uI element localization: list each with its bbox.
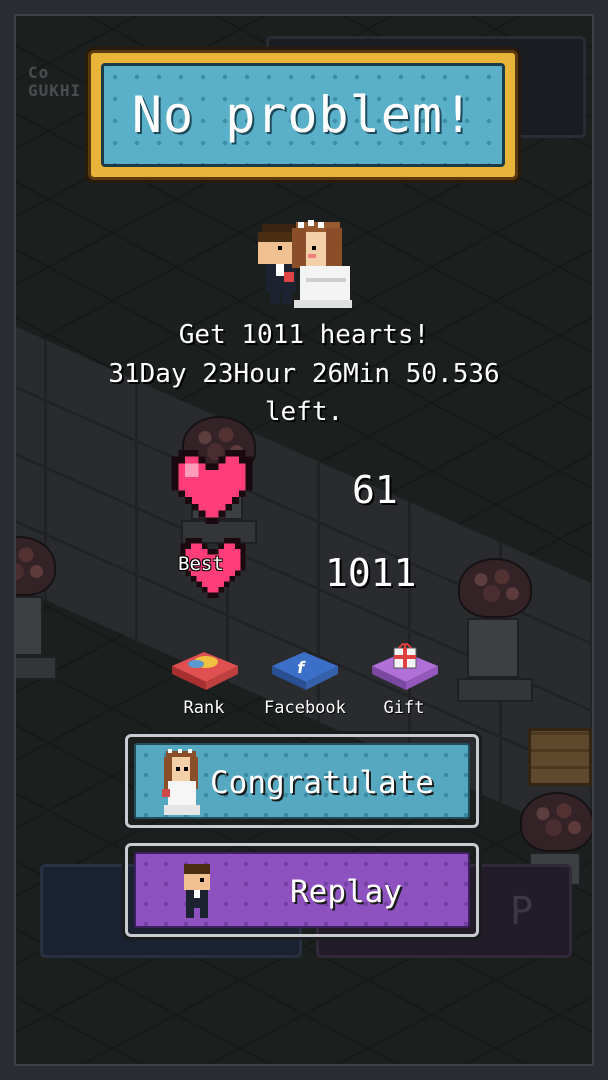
groom-icon [184,864,210,918]
heart-icon [171,450,253,524]
title-banner: No problem! [88,50,518,180]
goal-countdown: 31Day 23Hour 26Min 50.536 [108,359,500,389]
gift-button[interactable]: Gift [364,642,444,718]
facebook-label: Facebook [264,698,346,718]
congratulate-button[interactable]: Congratulate [125,734,479,828]
facebook-icon: f [272,652,338,690]
rank-button[interactable]: Rank [164,642,244,718]
replay-button[interactable]: Replay [125,843,479,937]
rank-icon [172,652,238,690]
title-text: No problem! [131,86,475,144]
best-label: Best [178,553,224,575]
bride-icon [162,749,200,815]
couple-icon [258,220,352,308]
gift-label: Gift [383,698,425,718]
congratulate-label: Congratulate [210,765,434,801]
goal-line-3: left. [264,397,344,427]
gift-icon [372,643,438,690]
hearts-count: 61 [352,468,398,512]
goal-line-1: Get 1011 hearts! [178,320,430,350]
facebook-button[interactable]: f Facebook [264,642,346,718]
best-score: 1011 [325,551,417,595]
rank-label: Rank [183,698,225,718]
replay-label: Replay [290,874,402,910]
